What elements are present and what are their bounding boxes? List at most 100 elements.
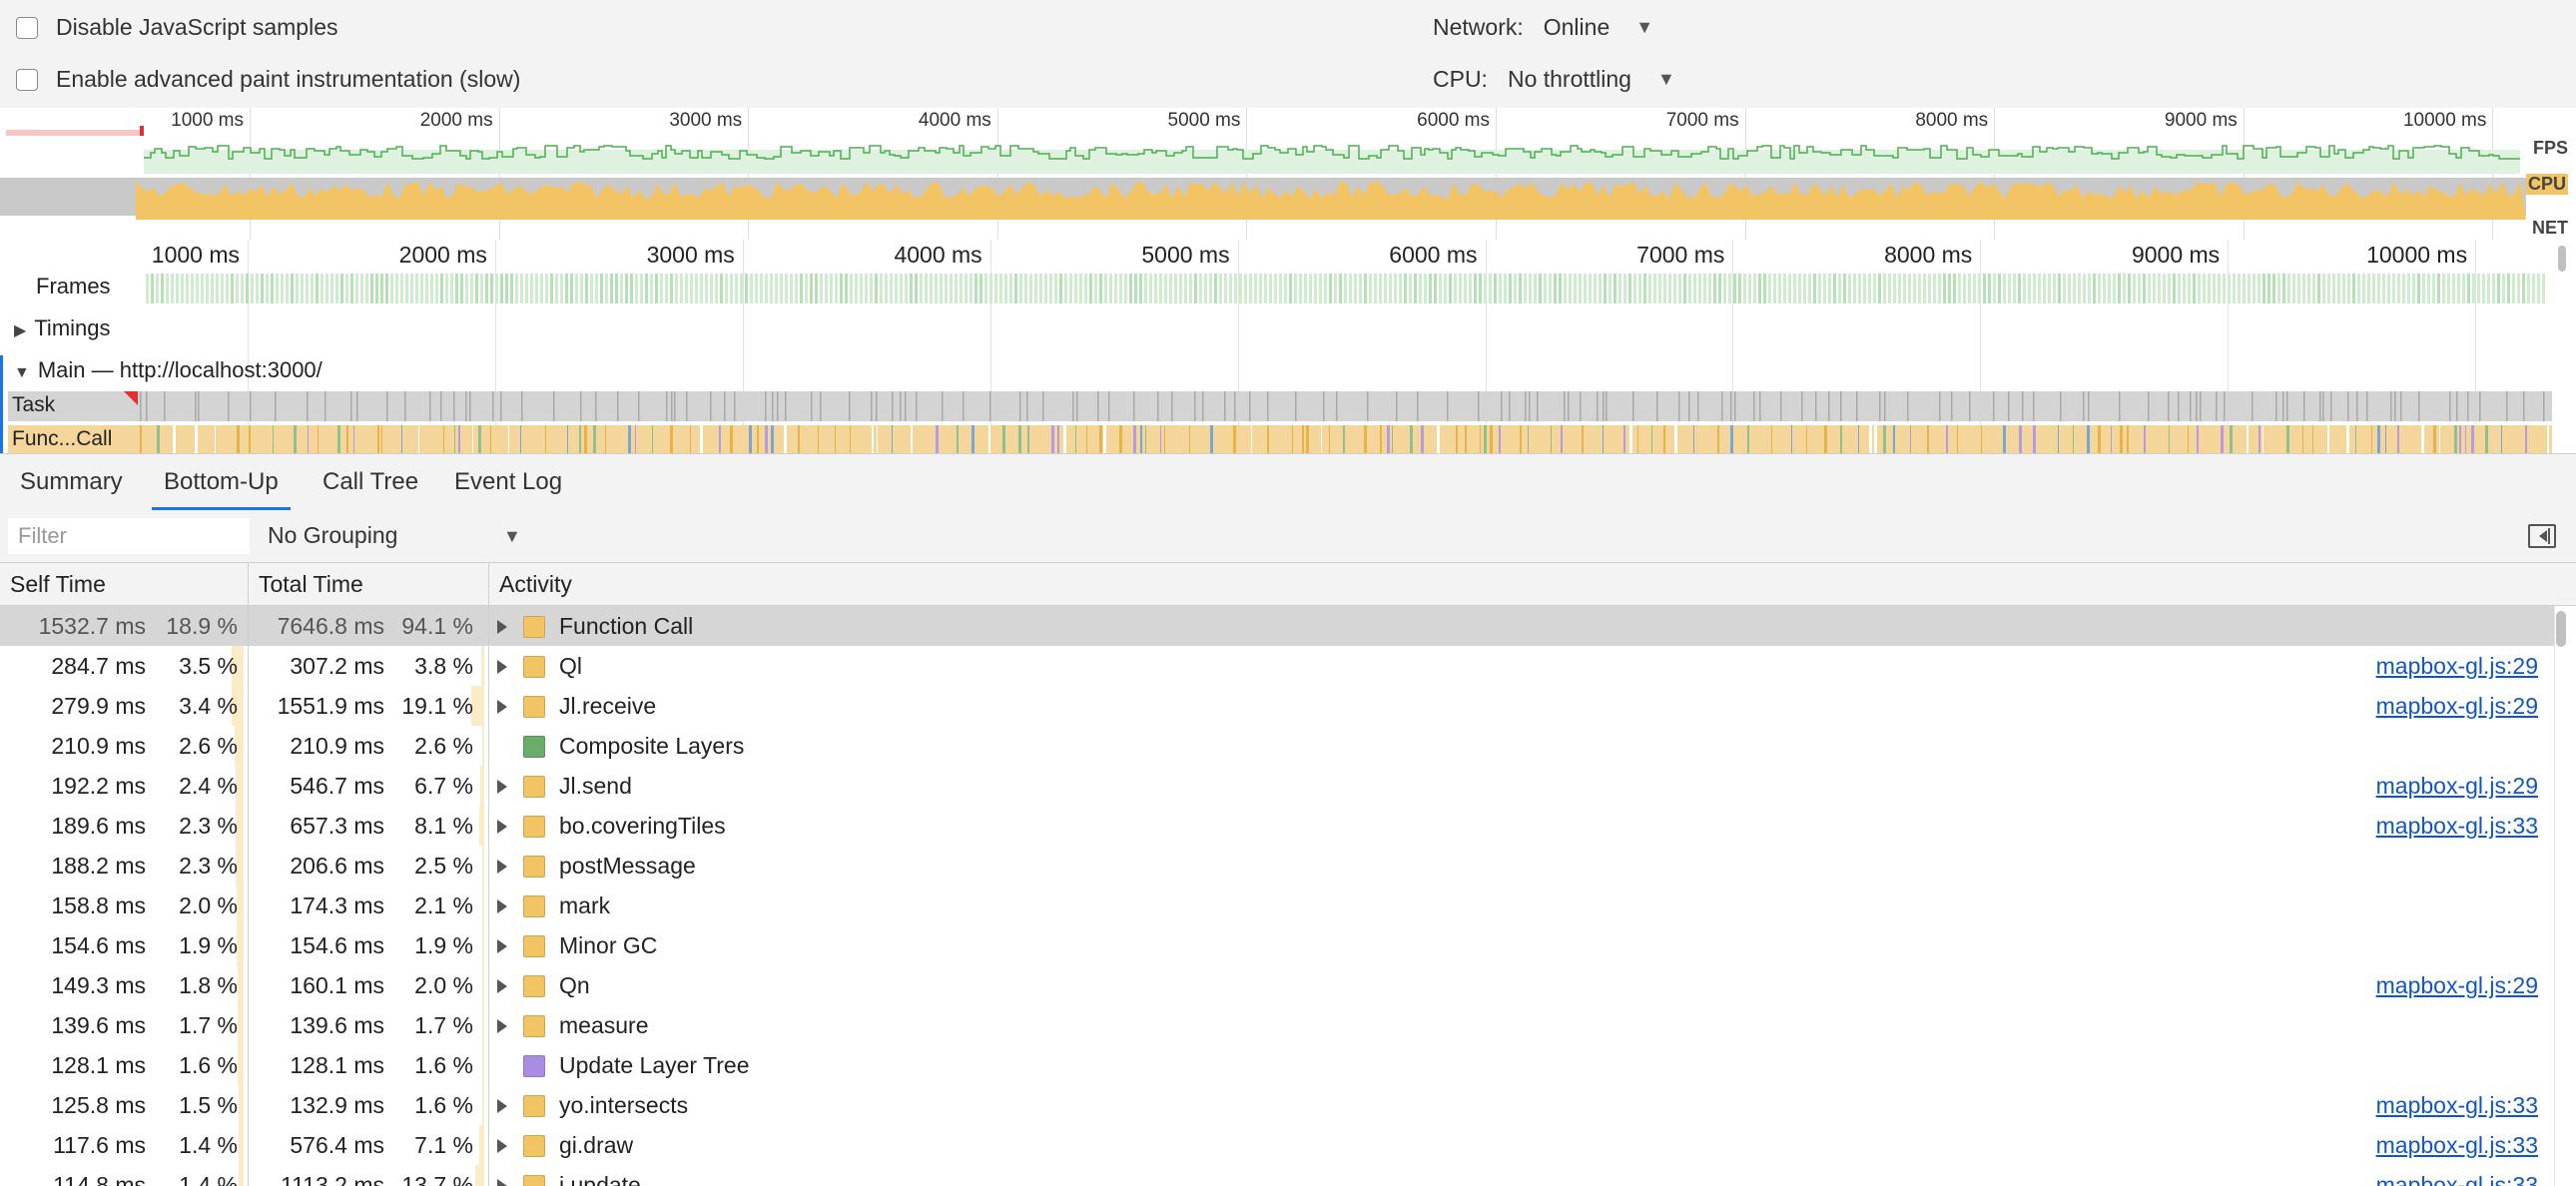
source-link[interactable]: mapbox-gl.js:33 bbox=[2376, 1165, 2538, 1186]
expand-arrow-icon[interactable] bbox=[497, 1179, 507, 1186]
total-time-value: 210.9 ms bbox=[290, 733, 384, 759]
source-link[interactable]: mapbox-gl.js:29 bbox=[2376, 686, 2538, 726]
expand-arrow-icon[interactable] bbox=[497, 899, 507, 913]
table-row[interactable]: 210.9 ms 2.6 % 210.9 ms 2.6 % Composite Laye… bbox=[0, 726, 2554, 766]
source-link[interactable]: mapbox-gl.js:33 bbox=[2376, 1125, 2538, 1165]
advanced-paint-option[interactable]: Enable advanced paint instrumentation (s… bbox=[16, 66, 520, 93]
flame-scrollbar[interactable] bbox=[2558, 246, 2566, 272]
overview-tick-label: 9000 ms bbox=[2164, 110, 2238, 131]
self-time-column-header[interactable]: Self Time bbox=[0, 563, 248, 605]
table-row[interactable]: 1532.7 ms 18.9 % 7646.8 ms 94.1 % Function C… bbox=[0, 606, 2554, 646]
bottom-up-table[interactable]: 1532.7 ms 18.9 % 7646.8 ms 94.1 % Function C… bbox=[0, 606, 2576, 1186]
toggle-sidebar-icon[interactable] bbox=[2528, 524, 2556, 548]
table-row[interactable]: 158.8 ms 2.0 % 174.3 ms 2.1 % mark bbox=[0, 886, 2554, 925]
table-scrollbar[interactable] bbox=[2554, 606, 2576, 1186]
network-dropdown-icon[interactable]: ▼ bbox=[1635, 17, 1653, 38]
total-time-value: 307.2 ms bbox=[290, 653, 384, 679]
total-time-percent: 1.6 % bbox=[414, 1052, 473, 1078]
expand-arrow-icon[interactable] bbox=[497, 979, 507, 993]
expand-arrow-icon[interactable] bbox=[497, 700, 507, 714]
source-link[interactable]: mapbox-gl.js:33 bbox=[2376, 806, 2538, 846]
total-time-value: 1551.9 ms bbox=[277, 693, 384, 719]
column-divider[interactable] bbox=[248, 563, 249, 1186]
network-value[interactable]: Online bbox=[1544, 14, 1610, 41]
collapse-triangle-icon[interactable]: ▼ bbox=[14, 364, 30, 381]
frames-track[interactable] bbox=[144, 272, 2546, 303]
category-swatch bbox=[523, 776, 545, 798]
table-row[interactable]: 117.6 ms 1.4 % 576.4 ms 7.1 % gi.draw mapbox-… bbox=[0, 1125, 2554, 1165]
source-link[interactable]: mapbox-gl.js:29 bbox=[2376, 965, 2538, 1005]
main-thread-track[interactable]: ▼ Main — http://localhost:3000/ bbox=[14, 357, 322, 383]
table-row[interactable]: 125.8 ms 1.5 % 132.9 ms 1.6 % yo.intersects m… bbox=[0, 1085, 2554, 1125]
cpu-throttling-select[interactable]: CPU: No throttling ▼ bbox=[1433, 66, 1675, 93]
total-time-bar bbox=[482, 886, 484, 925]
self-time-value: 279.9 ms bbox=[51, 693, 146, 719]
expand-arrow-icon[interactable] bbox=[497, 620, 507, 634]
source-link[interactable]: mapbox-gl.js:29 bbox=[2376, 766, 2538, 806]
activity-name: Qn bbox=[559, 972, 590, 998]
tab-event-log[interactable]: Event Log bbox=[454, 454, 562, 510]
self-time-bar bbox=[237, 886, 244, 925]
timeline-overview[interactable]: 1000 ms 2000 ms 3000 ms 4000 ms 5000 ms 6000 … bbox=[0, 108, 2576, 241]
table-header: Self Time Total Time Activity bbox=[0, 563, 2576, 606]
activity-column-header[interactable]: Activity bbox=[489, 563, 2554, 605]
network-throttling-select[interactable]: Network: Online ▼ bbox=[1433, 14, 1653, 41]
overview-tick-label: 10000 ms bbox=[2402, 110, 2487, 131]
expand-arrow-icon[interactable] bbox=[497, 780, 507, 794]
grouping-select[interactable]: No Grouping bbox=[268, 522, 397, 549]
expand-arrow-icon[interactable] bbox=[497, 1139, 507, 1153]
table-scrollbar-thumb[interactable] bbox=[2556, 611, 2566, 647]
grouping-dropdown-icon[interactable]: ▼ bbox=[503, 526, 521, 547]
tab-bottom-up[interactable]: Bottom-Up bbox=[152, 454, 291, 510]
table-row[interactable]: 189.6 ms 2.3 % 657.3 ms 8.1 % bo.coveringTil… bbox=[0, 806, 2554, 846]
tab-summary[interactable]: Summary bbox=[20, 454, 123, 510]
total-time-column-header[interactable]: Total Time bbox=[249, 563, 488, 605]
advanced-paint-checkbox[interactable] bbox=[16, 68, 38, 91]
expand-arrow-icon[interactable] bbox=[497, 939, 507, 953]
expand-arrow-icon[interactable] bbox=[497, 1019, 507, 1033]
expand-arrow-icon[interactable] bbox=[497, 1099, 507, 1113]
category-swatch bbox=[523, 1175, 545, 1186]
total-time-percent: 2.1 % bbox=[414, 892, 473, 918]
expand-arrow-icon[interactable] bbox=[497, 820, 507, 834]
cpu-dropdown-icon[interactable]: ▼ bbox=[1657, 69, 1675, 90]
timings-track[interactable]: ▶ Timings bbox=[14, 315, 111, 341]
cpu-value[interactable]: No throttling bbox=[1508, 66, 1631, 93]
flame-chart[interactable]: 1000 ms 2000 ms 3000 ms 4000 ms 5000 ms 6000 … bbox=[0, 240, 2576, 453]
expand-arrow-icon[interactable] bbox=[497, 860, 507, 874]
category-swatch bbox=[523, 935, 545, 957]
table-row[interactable]: 114.8 ms 1.4 % 1113.2 ms 13.7 % i.update mapb… bbox=[0, 1165, 2554, 1186]
overview-tick-label: 1000 ms bbox=[171, 110, 244, 131]
table-row[interactable]: 139.6 ms 1.7 % 139.6 ms 1.7 % measure bbox=[0, 1005, 2554, 1045]
table-row[interactable]: 284.7 ms 3.5 % 307.2 ms 3.8 % Ql mapbox-gl.js… bbox=[0, 646, 2554, 686]
table-row[interactable]: 149.3 ms 1.8 % 160.1 ms 2.0 % Qn mapbox-gl.js… bbox=[0, 965, 2554, 1005]
table-row[interactable]: 188.2 ms 2.3 % 206.6 ms 2.5 % postMessage bbox=[0, 846, 2554, 886]
activity-name: mark bbox=[559, 892, 611, 918]
self-time-value: 158.8 ms bbox=[51, 892, 146, 918]
disable-js-samples-option[interactable]: Disable JavaScript samples bbox=[16, 14, 338, 41]
total-time-percent: 2.6 % bbox=[414, 733, 473, 759]
filter-input[interactable] bbox=[8, 518, 250, 554]
total-time-percent: 6.7 % bbox=[414, 773, 473, 799]
table-row[interactable]: 192.2 ms 2.4 % 546.7 ms 6.7 % Jl.send mapbox-… bbox=[0, 766, 2554, 806]
overview-tick-label: 6000 ms bbox=[1417, 110, 1490, 131]
table-row[interactable]: 128.1 ms 1.6 % 128.1 ms 1.6 % Update Layer T… bbox=[0, 1045, 2554, 1085]
task-slices[interactable] bbox=[140, 391, 2552, 421]
tab-call-tree[interactable]: Call Tree bbox=[322, 454, 418, 510]
source-link[interactable]: mapbox-gl.js:33 bbox=[2376, 1085, 2538, 1125]
total-time-percent: 94.1 % bbox=[401, 613, 473, 639]
long-task-warning-icon bbox=[124, 391, 138, 405]
expand-arrow-icon[interactable] bbox=[497, 660, 507, 674]
self-time-percent: 2.3 % bbox=[179, 813, 238, 839]
self-time-value: 284.7 ms bbox=[51, 653, 146, 679]
total-time-value: 1113.2 ms bbox=[281, 1172, 384, 1186]
self-time-value: 1532.7 ms bbox=[38, 613, 146, 639]
expand-triangle-icon[interactable]: ▶ bbox=[14, 322, 26, 339]
disable-js-samples-checkbox[interactable] bbox=[16, 16, 38, 39]
table-row[interactable]: 154.6 ms 1.9 % 154.6 ms 1.9 % Minor GC bbox=[0, 925, 2554, 965]
column-divider[interactable] bbox=[488, 563, 489, 1186]
table-row[interactable]: 279.9 ms 3.4 % 1551.9 ms 19.1 % Jl.receive ma… bbox=[0, 686, 2554, 726]
function-call-slices[interactable] bbox=[140, 425, 2552, 453]
activity-name: Ql bbox=[559, 653, 582, 679]
source-link[interactable]: mapbox-gl.js:29 bbox=[2376, 646, 2538, 686]
